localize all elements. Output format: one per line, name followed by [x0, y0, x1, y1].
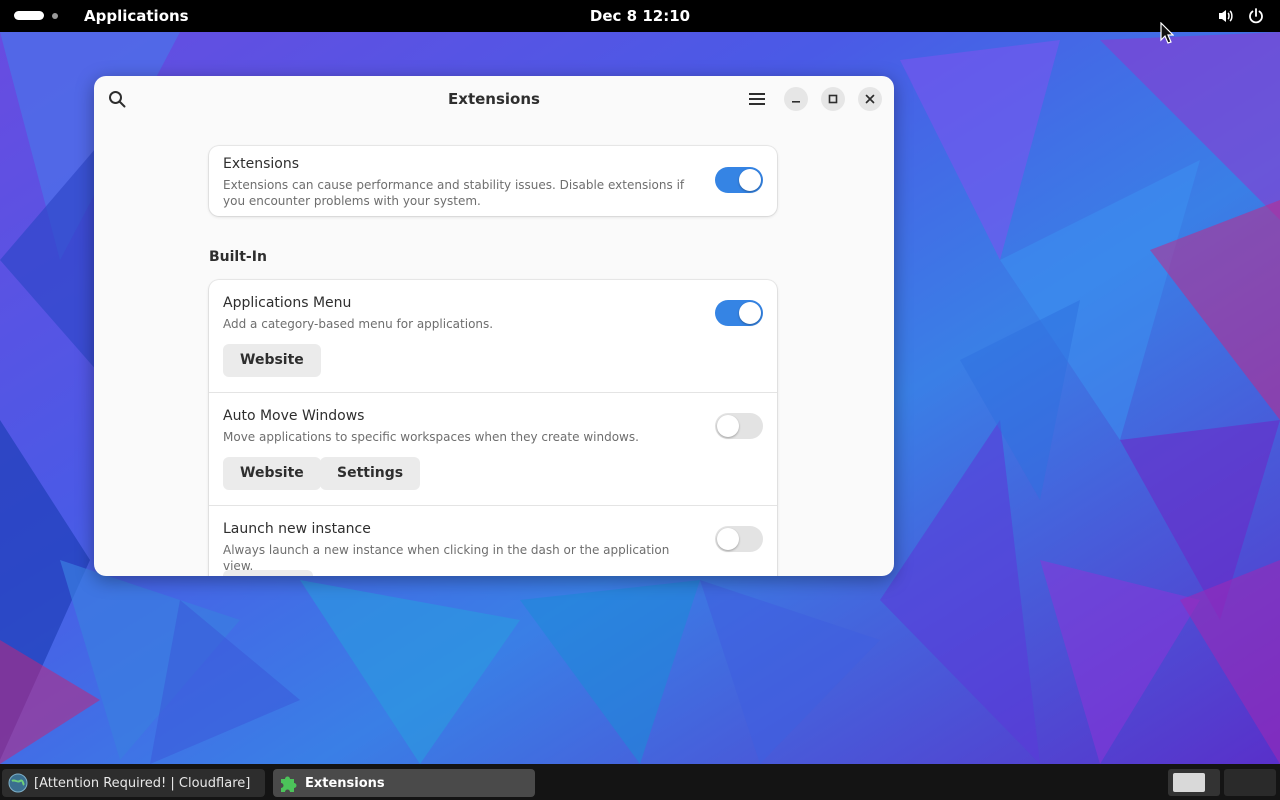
bottom-taskbar: [Attention Required! | Cloudflare] Exten… — [0, 764, 1280, 800]
extensions-list-scroll[interactable]: Extensions Extensions can cause performa… — [94, 122, 894, 576]
extension-switch[interactable] — [715, 413, 763, 439]
clock[interactable]: Dec 8 12:10 — [590, 7, 690, 25]
taskbar-item-label: Extensions — [305, 775, 385, 791]
top-bar: Applications Dec 8 12:10 — [0, 0, 1280, 32]
minimize-button[interactable] — [784, 87, 808, 111]
workspace-dot[interactable] — [52, 12, 58, 19]
system-tray[interactable] — [1216, 6, 1266, 26]
extension-name: Applications Menu — [223, 295, 352, 311]
puzzle-piece-icon — [279, 773, 299, 793]
extensions-window: Extensions Extensions Extensions can cau… — [94, 76, 894, 576]
volume-icon[interactable] — [1216, 6, 1236, 26]
extension-row: Launch new instance Always launch a new … — [209, 506, 777, 576]
section-title-built-in: Built-In — [209, 249, 267, 265]
taskbar-item-label: [Attention Required! | Cloudflare] — [34, 775, 251, 791]
browser-globe-icon — [8, 773, 28, 793]
global-extensions-title: Extensions — [223, 156, 300, 172]
close-button[interactable] — [858, 87, 882, 111]
switch-knob — [717, 415, 739, 437]
search-icon[interactable] — [106, 88, 128, 110]
extension-switch[interactable] — [715, 526, 763, 552]
extension-name: Auto Move Windows — [223, 408, 365, 424]
extension-description: Move applications to specific workspaces… — [223, 430, 639, 444]
workspace-thumbnail-1[interactable] — [1168, 769, 1220, 796]
switch-knob — [717, 528, 739, 550]
website-button[interactable]: Website — [223, 344, 321, 377]
minimize-icon — [792, 101, 800, 103]
extension-switch[interactable] — [715, 300, 763, 326]
extension-row: Auto Move Windows Move applications to s… — [209, 393, 777, 505]
clock-area: Dec 8 12:10 — [0, 0, 1280, 32]
maximize-icon — [828, 94, 838, 104]
switch-knob — [739, 302, 761, 324]
power-icon[interactable] — [1246, 6, 1266, 26]
header-bar: Extensions — [94, 76, 894, 122]
global-extensions-card: Extensions Extensions can cause performa… — [209, 146, 777, 216]
workspace-window-preview — [1173, 773, 1205, 792]
global-extensions-switch[interactable] — [715, 167, 763, 193]
window-title: Extensions — [448, 90, 540, 108]
website-button-partial[interactable] — [223, 570, 313, 576]
settings-button[interactable]: Settings — [320, 457, 421, 490]
maximize-button[interactable] — [821, 87, 845, 111]
workspace-thumbnail-2[interactable] — [1224, 769, 1276, 796]
workspace-indicator[interactable] — [14, 11, 58, 20]
extension-name: Launch new instance — [223, 521, 371, 537]
mouse-cursor-icon — [1160, 21, 1175, 44]
built-in-extensions-card: Applications Menu Add a category-based m… — [209, 280, 777, 576]
hamburger-menu-icon[interactable] — [745, 88, 769, 110]
taskbar-item-browser[interactable]: [Attention Required! | Cloudflare] — [2, 769, 265, 797]
extension-row: Applications Menu Add a category-based m… — [209, 280, 777, 392]
switch-knob — [739, 169, 761, 191]
extension-description: Add a category-based menu for applicatio… — [223, 317, 494, 331]
global-extensions-description: Extensions can cause performance and sta… — [223, 178, 685, 208]
close-icon — [865, 94, 875, 104]
website-button[interactable]: Website — [223, 457, 321, 490]
taskbar-item-extensions[interactable]: Extensions — [273, 769, 535, 797]
applications-menu-button[interactable]: Applications — [84, 0, 189, 32]
active-workspace-pill[interactable] — [14, 11, 44, 20]
